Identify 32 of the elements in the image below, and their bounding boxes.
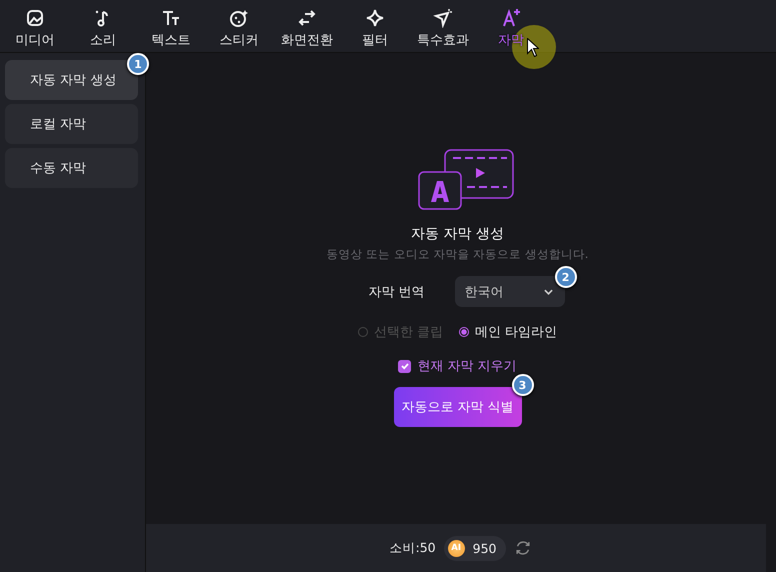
sidebar-item[interactable]: 로컬 자막 — [5, 104, 138, 144]
cost-label: 소비:50 — [390, 540, 436, 556]
sparkle-icon — [365, 8, 385, 28]
checkbox-option[interactable]: 현재 자막 지우기 — [398, 357, 517, 375]
toolbar-tab[interactable]: 미디어 — [1, 0, 69, 52]
refresh-icon[interactable] — [514, 539, 532, 557]
cone-icon — [433, 8, 453, 28]
toolbar-tab[interactable]: 화면전환 — [273, 0, 341, 52]
step-badge: 3 — [512, 374, 534, 396]
toolbar-tab[interactable]: 텍스트 — [137, 0, 205, 52]
step-badge: 1 — [127, 53, 149, 75]
sidebar-item[interactable]: 수동 자막 — [5, 148, 138, 188]
chevron-down-icon — [544, 288, 553, 294]
radio-option[interactable]: 메인 타임라인 — [459, 323, 558, 341]
credits-value: 950 — [472, 540, 496, 556]
ai-coin-icon: AI — [448, 540, 465, 556]
toolbar-tab[interactable]: 소리 — [69, 0, 137, 52]
translate-label: 자막 번역 — [368, 284, 425, 300]
checkmark-icon — [400, 361, 410, 371]
text-icon — [161, 8, 181, 28]
panel-title: 자동 자막 생성 — [411, 225, 504, 243]
toolbar-tab[interactable]: 특수효과 — [409, 0, 477, 52]
arrows-icon — [297, 8, 317, 28]
panel-description: 동영상 또는 오디오 자막을 자동으로 생성합니다. — [326, 247, 588, 262]
step-badge: 2 — [554, 266, 577, 288]
toolbar-tab[interactable]: 자막 — [477, 0, 545, 52]
sticker-icon — [229, 8, 249, 28]
toolbar-tab[interactable]: 필터 — [341, 0, 409, 52]
toolbar-tab[interactable]: 스티커 — [205, 0, 273, 52]
cursor-icon — [527, 38, 539, 57]
image-icon — [25, 8, 45, 28]
letter-a-icon — [501, 8, 521, 28]
